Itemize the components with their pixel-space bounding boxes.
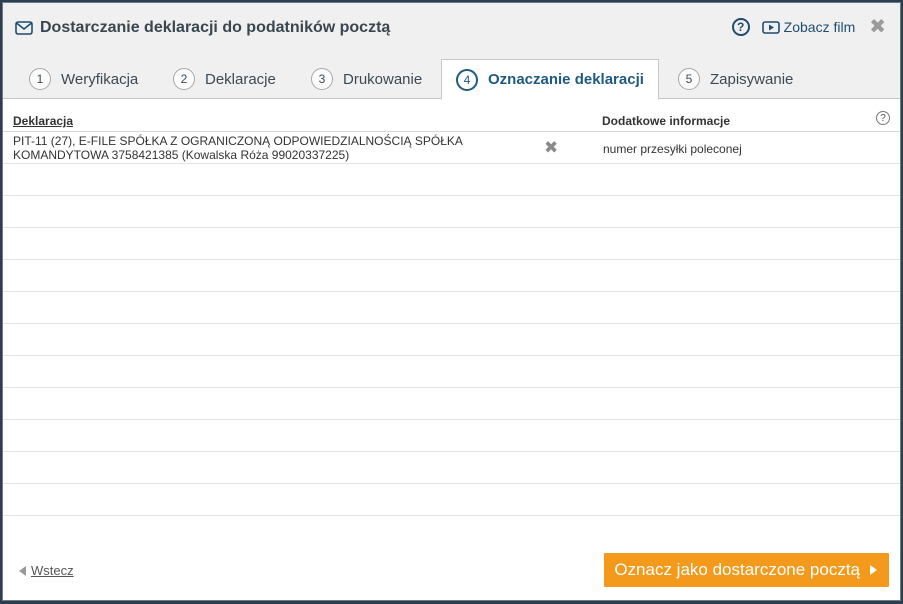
step-number: 4 [456,68,478,91]
declarations-table: Deklaracja Dodatkowe informacje ? PIT-11… [3,99,900,516]
table-row [3,228,900,260]
tab-deklaracje[interactable]: 2 Deklaracje [173,59,276,99]
table-header: Deklaracja Dodatkowe informacje ? [3,99,900,132]
step-number: 3 [311,68,333,90]
step-number: 1 [29,68,51,90]
table-row [3,420,900,452]
titlebar-actions: ? Zobacz film ✖ [731,17,886,37]
dialog: Dostarczanie deklaracji do podatników po… [2,2,901,601]
mark-delivered-button[interactable]: Oznacz jako dostarczone pocztą [604,553,889,587]
declaration-cell: PIT-11 (27), E-FILE SPÓŁKA Z OGRANICZONĄ… [13,134,463,162]
tab-weryfikacja[interactable]: 1 Weryfikacja [29,59,138,99]
mark-delivered-label: Oznacz jako dostarczone pocztą [614,560,860,579]
arrow-right-icon [870,565,877,575]
empty-rows [3,164,900,516]
remove-icon[interactable]: ✖ [544,138,558,158]
wizard-tabs: 1 Weryfikacja 2 Deklaracje 3 Drukowanie … [3,53,900,100]
table-row [3,452,900,484]
table-row [3,324,900,356]
step-number: 2 [173,68,195,90]
tab-label: Oznaczanie deklaracji [488,71,644,88]
tab-drukowanie[interactable]: 3 Drukowanie [311,59,422,99]
table-row [3,196,900,228]
table-row [3,484,900,516]
envelope-icon [15,21,33,35]
table-row: PIT-11 (27), E-FILE SPÓŁKA Z OGRANICZONĄ… [3,132,900,164]
table-row [3,164,900,196]
back-label: Wstecz [31,563,74,578]
tab-label: Drukowanie [343,70,423,88]
video-icon[interactable] [761,20,780,34]
help-icon[interactable]: ? [731,18,750,36]
table-row [3,292,900,324]
watch-film-link[interactable]: Zobacz film [784,19,856,35]
tab-label: Weryfikacja [61,70,139,88]
dialog-title: Dostarczanie deklaracji do podatników po… [40,19,391,36]
dialog-footer: Wstecz Oznacz jako dostarczone pocztą [3,540,900,600]
tab-zapisywanie[interactable]: 5 Zapisywanie [678,59,793,99]
table-row [3,356,900,388]
table-row [3,260,900,292]
step-number: 5 [678,68,700,90]
help-icon[interactable]: ? [876,111,890,125]
tab-label: Zapisywanie [710,70,794,88]
tab-label: Deklaracje [205,70,276,88]
column-header-declaration[interactable]: Deklaracja [13,114,73,128]
table-row [3,388,900,420]
close-icon[interactable]: ✖ [869,17,886,37]
column-header-additional-info: Dodatkowe informacje [602,114,731,128]
additional-info-cell[interactable]: numer przesyłki poleconej [603,142,742,156]
arrow-left-icon [19,565,26,576]
back-link[interactable]: Wstecz [19,563,74,578]
tab-oznaczanie-deklaracji[interactable]: 4 Oznaczanie deklaracji [441,59,659,100]
dialog-titlebar: Dostarczanie deklaracji do podatników po… [3,3,900,53]
